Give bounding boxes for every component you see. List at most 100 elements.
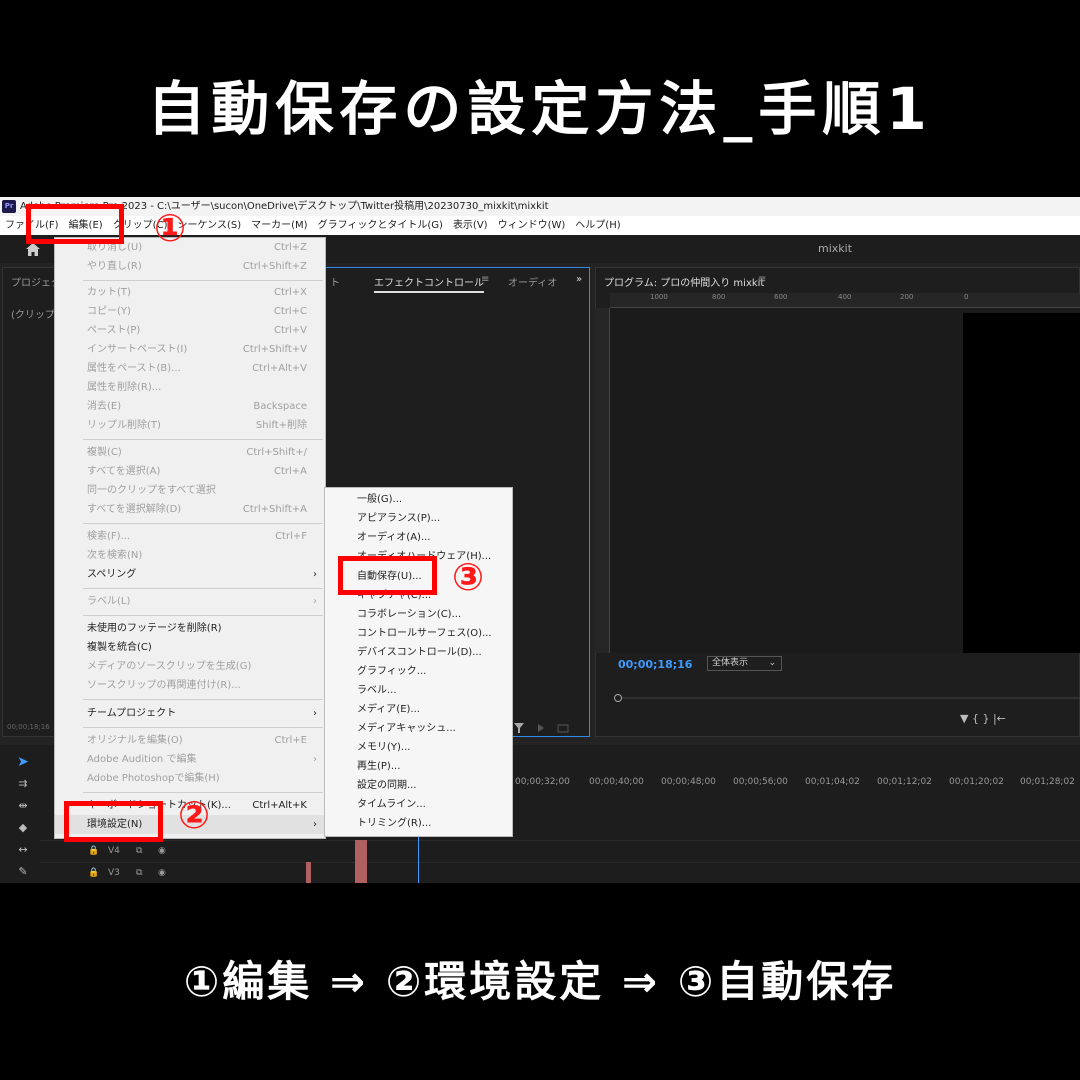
menu-marker[interactable]: マーカー(M) [246,216,312,235]
filter-icon[interactable] [512,722,582,734]
highlight-preferences [64,801,163,842]
home-icon[interactable] [26,243,40,256]
pref-media-cache[interactable]: メディアキャッシュ... [325,719,513,738]
menu-separator [83,280,323,281]
tab-program[interactable]: プログラム: プロの仲間入り mixkit [604,274,764,289]
pref-appearance[interactable]: アピアランス(P)... [325,509,513,528]
menu-item-edit-audition[interactable]: Adobe Audition で編集 › [55,750,325,769]
menu-separator [83,523,323,524]
pref-trim[interactable]: トリミング(R)... [325,814,513,833]
workspace-title: mixkit [817,242,853,255]
project-time: 00;00;18;16 [7,723,50,731]
tab-effect-controls[interactable]: エフェクトコントロール [374,274,484,293]
horizontal-ruler: 1000 800 600 400 200 0 [610,293,1080,308]
menu-item-clear[interactable]: 消去(E) Backspace [55,397,325,416]
menu-help[interactable]: ヘルプ(H) [570,216,625,235]
program-timecode[interactable]: 00;00;18;16 [618,658,692,671]
menu-item-team-project[interactable]: チームプロジェクト › [55,704,325,723]
zoom-level-select[interactable]: 全体表示 ⌄ [707,656,782,671]
menu-item-paste[interactable]: ペースト(P) Ctrl+V [55,321,325,340]
chevron-right-icon: › [313,708,317,719]
page-title: 自動保存の設定方法_手順1 [147,75,933,143]
menu-view[interactable]: 表示(V) [448,216,493,235]
menu-item-remove-attributes[interactable]: 属性を削除(R)... [55,378,325,397]
vertical-ruler [595,308,610,653]
menu-item-copy[interactable]: コピー(Y) Ctrl+C [55,302,325,321]
video-frame [963,313,1080,653]
menu-item-redo[interactable]: やり直し(R) Ctrl+Shift+Z [55,257,325,276]
menu-item-select-matching[interactable]: 同一のクリップをすべて選択 [55,481,325,500]
menu-item-paste-attributes[interactable]: 属性をペースト(B)... Ctrl+Alt+V [55,359,325,378]
clip[interactable] [306,862,311,883]
menu-separator [83,439,323,440]
sync-icon[interactable]: ⧉ [136,863,142,883]
chevron-down-icon: ⌄ [768,658,776,668]
menu-item-consolidate-duplicates[interactable]: 複製を統合(C) [55,638,325,657]
pen-tool-icon[interactable]: ✎ [15,865,31,879]
ripple-edit-tool-icon[interactable]: ⇹ [15,799,31,813]
effect-tab-menu-icon[interactable]: ≡ [481,274,489,285]
pref-playback[interactable]: 再生(P)... [325,757,513,776]
highlight-auto-save [338,556,437,595]
menu-item-spelling[interactable]: スペリング › [55,565,325,584]
pref-timeline[interactable]: タイムライン... [325,795,513,814]
track-v4[interactable]: 🔒 V4 ⧉ ◉ [40,840,1080,860]
razor-tool-icon[interactable]: ◆ [15,821,31,835]
program-menu-icon[interactable]: ≡ [758,274,766,285]
menu-separator [83,588,323,589]
menu-item-select-all[interactable]: すべてを選択(A) Ctrl+A [55,462,325,481]
more-tabs-icon[interactable]: » [576,274,582,285]
pref-memory[interactable]: メモリ(Y)... [325,738,513,757]
pref-general[interactable]: 一般(G)... [325,490,513,509]
lock-icon[interactable]: 🔒 [88,841,99,861]
menu-item-ripple-delete[interactable]: リップル削除(T) Shift+削除 [55,416,325,435]
clip[interactable] [355,840,367,883]
menu-item-cut[interactable]: カット(T) Ctrl+X [55,283,325,302]
pref-sync-settings[interactable]: 設定の同期... [325,776,513,795]
menu-item-paste-insert[interactable]: インサートペースト(I) Ctrl+Shift+V [55,340,325,359]
eye-icon[interactable]: ◉ [158,863,166,883]
slip-tool-icon[interactable]: ↔ [15,843,31,857]
chevron-right-icon: › [313,754,317,765]
tools-panel: ➤ ⇉ ⇹ ◆ ↔ ✎ [5,755,35,883]
menu-item-edit-original[interactable]: オリジナルを編集(O) Ctrl+E [55,731,325,750]
pref-labels[interactable]: ラベル... [325,681,513,700]
menu-item-edit-photoshop[interactable]: Adobe Photoshopで編集(H) [55,769,325,788]
menu-graphics[interactable]: グラフィックとタイトル(G) [313,216,448,235]
menu-separator [83,615,323,616]
sync-icon[interactable]: ⧉ [136,841,142,861]
menu-item-generate-source[interactable]: メディアのソースクリップを生成(G) [55,657,325,676]
playhead-scrubber[interactable] [614,694,1080,702]
menu-item-find-next[interactable]: 次を検索(N) [55,546,325,565]
lock-icon[interactable]: 🔒 [88,863,99,883]
pref-audio[interactable]: オーディオ(A)... [325,528,513,547]
menu-window[interactable]: ウィンドウ(W) [493,216,571,235]
menu-separator [83,727,323,728]
timeline-playhead[interactable] [418,837,419,883]
chevron-right-icon: › [313,596,317,607]
menu-item-remove-unused[interactable]: 未使用のフッテージを削除(R) [55,619,325,638]
transport-controls[interactable]: ▼ { } |← [960,712,1080,728]
premiere-logo: Pr [2,200,16,213]
track-select-tool-icon[interactable]: ⇉ [15,777,31,791]
eye-icon[interactable]: ◉ [158,841,166,861]
menu-item-find[interactable]: 検索(F)... Ctrl+F [55,527,325,546]
pref-control-surface[interactable]: コントロールサーフェス(O)... [325,624,513,643]
menu-item-duplicate[interactable]: 複製(C) Ctrl+Shift+/ [55,443,325,462]
menu-item-deselect-all[interactable]: すべてを選択解除(D) Ctrl+Shift+A [55,500,325,519]
pref-device-control[interactable]: デバイスコントロール(D)... [325,643,513,662]
project-panel: プロジェクト (クリップが 00;00;18;16 [2,267,71,737]
menu-item-relink-source[interactable]: ソースクリップの再関連付け(R)... [55,676,325,695]
timeline-ruler: 00;00;32;00 00;00;40;00 00;00;48;00 00;0… [515,777,1075,787]
chevron-right-icon: › [313,819,317,830]
pref-graphics[interactable]: グラフィック... [325,662,513,681]
menu-item-label[interactable]: ラベル(L) › [55,592,325,611]
selection-tool-icon[interactable]: ➤ [15,755,31,769]
pref-media[interactable]: メディア(E)... [325,700,513,719]
step-1-marker: ① [154,206,187,250]
pref-collaboration[interactable]: コラボレーション(C)... [325,605,513,624]
menu-separator [83,699,323,700]
track-v3[interactable]: 🔒 V3 ⧉ ◉ [40,862,1080,882]
tab-prev[interactable]: ト [330,274,340,289]
tab-audio[interactable]: オーディオ [508,274,557,289]
